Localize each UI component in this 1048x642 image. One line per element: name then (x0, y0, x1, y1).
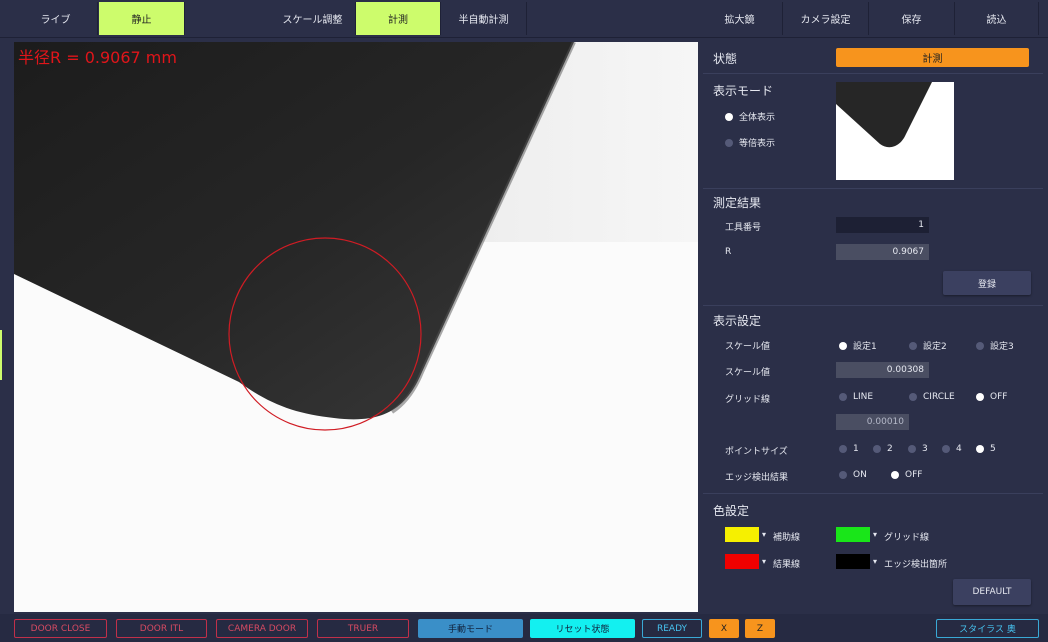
radio-dot-icon (976, 445, 984, 453)
divider (703, 73, 1043, 74)
edge-point-color-select[interactable]: ▾ (836, 554, 880, 569)
edge-off-radio[interactable]: OFF (891, 470, 922, 480)
ready-status: READY (642, 619, 702, 638)
display-mode-title: 表示モード (713, 84, 774, 98)
camera-settings-button[interactable]: カメラ設定 (783, 2, 869, 35)
point-size-2-radio[interactable]: 2 (873, 444, 893, 454)
chevron-down-icon: ▾ (759, 527, 769, 542)
camera-image (14, 42, 698, 612)
divider (703, 493, 1043, 494)
radio-dot-icon (909, 393, 917, 401)
left-edge-marker (0, 330, 2, 380)
radio-dot-icon (891, 471, 899, 479)
grid-value-field[interactable]: 0.00010 (836, 414, 909, 430)
grid-off-radio[interactable]: OFF (976, 392, 1007, 402)
state-title: 状態 (713, 52, 738, 66)
divider (703, 305, 1043, 306)
stylus-status: スタイラス 奥 (936, 619, 1039, 638)
grid-line-color-select[interactable]: ▾ (836, 527, 880, 542)
scale-preset-label: スケール値 (725, 342, 771, 352)
color-settings-title: 色設定 (713, 504, 750, 518)
result-title: 測定結果 (713, 196, 762, 210)
app-window: ライブ 静止 スケール調整 計測 半自動計測 拡大鏡 カメラ設定 保存 読込 半… (0, 0, 1048, 642)
radius-readout: 半径R = 0.9067 mm (18, 48, 177, 67)
magnifier-button[interactable]: 拡大鏡 (697, 2, 783, 35)
scale-adjust-button[interactable]: スケール調整 (270, 2, 356, 35)
point-size-3-radio[interactable]: 3 (908, 444, 928, 454)
chevron-down-icon: ▾ (870, 527, 880, 542)
manual-mode-status: 手動モード (418, 619, 523, 638)
radio-dot-icon (976, 341, 984, 350)
top-toolbar: ライブ 静止 スケール調整 計測 半自動計測 拡大鏡 カメラ設定 保存 読込 (0, 0, 1048, 38)
point-size-4-radio[interactable]: 4 (942, 444, 962, 454)
camera-door-status: CAMERA DOOR (216, 619, 308, 638)
live-button[interactable]: ライブ (14, 2, 98, 35)
aux-line-label: 補助線 (773, 533, 801, 543)
register-button[interactable]: 登録 (943, 271, 1031, 295)
load-button[interactable]: 読込 (955, 2, 1039, 35)
radio-dot-icon (839, 471, 847, 479)
z-axis-status: Z (745, 619, 775, 638)
radio-dot-icon (839, 393, 847, 401)
save-button[interactable]: 保存 (869, 2, 955, 35)
point-size-1-radio[interactable]: 1 (839, 444, 859, 454)
display-mode-actual-radio[interactable]: 等倍表示 (725, 136, 775, 149)
display-settings-title: 表示設定 (713, 314, 762, 328)
grid-line-color-label: グリッド線 (884, 533, 930, 543)
still-button[interactable]: 静止 (99, 2, 185, 35)
point-size-label: ポイントサイズ (725, 447, 788, 457)
point-size-5-radio[interactable]: 5 (976, 444, 996, 454)
edge-on-radio[interactable]: ON (839, 470, 867, 480)
divider (703, 188, 1043, 189)
aux-line-color-select[interactable]: ▾ (725, 527, 769, 542)
control-panel: 状態 計測 表示モード 全体表示 等倍表示 測定結果 工具番号 1 R 0.90… (703, 42, 1043, 612)
result-line-label: 結果線 (773, 560, 801, 570)
edge-point-label: エッジ検出箇所 (884, 560, 948, 570)
scale-preset-1-radio[interactable]: 設定1 (839, 339, 877, 352)
radio-dot-icon (839, 445, 847, 453)
semi-auto-measure-button[interactable]: 半自動計測 (441, 2, 527, 35)
radio-dot-icon (873, 445, 881, 453)
radio-dot-icon (725, 112, 733, 121)
edge-detect-label: エッジ検出結果 (725, 473, 789, 483)
reset-state-status: リセット状態 (530, 619, 635, 638)
radio-dot-icon (908, 445, 916, 453)
radio-dot-icon (725, 138, 733, 147)
scale-value-field[interactable]: 0.00308 (836, 362, 929, 378)
chevron-down-icon: ▾ (870, 554, 880, 569)
r-value-field: 0.9067 (836, 244, 929, 260)
x-axis-status: X (709, 619, 739, 638)
radio-dot-icon (909, 341, 917, 350)
truer-status: TRUER (317, 619, 409, 638)
radio-dot-icon (839, 341, 847, 350)
scale-preset-3-radio[interactable]: 設定3 (976, 339, 1014, 352)
scale-preset-2-radio[interactable]: 設定2 (909, 339, 947, 352)
grid-circle-radio[interactable]: CIRCLE (909, 392, 955, 402)
chevron-down-icon: ▾ (759, 554, 769, 569)
radio-dot-icon (976, 393, 984, 401)
measure-button[interactable]: 計測 (356, 2, 441, 35)
display-mode-full-radio[interactable]: 全体表示 (725, 110, 775, 123)
tool-number-field[interactable]: 1 (836, 217, 929, 233)
state-badge: 計測 (836, 48, 1029, 67)
scale-value-label: スケール値 (725, 368, 771, 378)
camera-view[interactable]: 半径R = 0.9067 mm (14, 42, 698, 612)
radio-dot-icon (942, 445, 950, 453)
overview-thumbnail (836, 82, 954, 180)
default-button[interactable]: DEFAULT (953, 579, 1031, 605)
grid-label: グリッド線 (725, 395, 771, 405)
result-line-color-select[interactable]: ▾ (725, 554, 769, 569)
status-bar: DOOR CLOSE DOOR ITL CAMERA DOOR TRUER 手動… (0, 614, 1048, 642)
grid-line-radio[interactable]: LINE (839, 392, 873, 402)
door-itl-status: DOOR ITL (116, 619, 207, 638)
door-close-status: DOOR CLOSE (14, 619, 107, 638)
r-label: R (725, 247, 732, 257)
tool-number-label: 工具番号 (725, 223, 762, 233)
